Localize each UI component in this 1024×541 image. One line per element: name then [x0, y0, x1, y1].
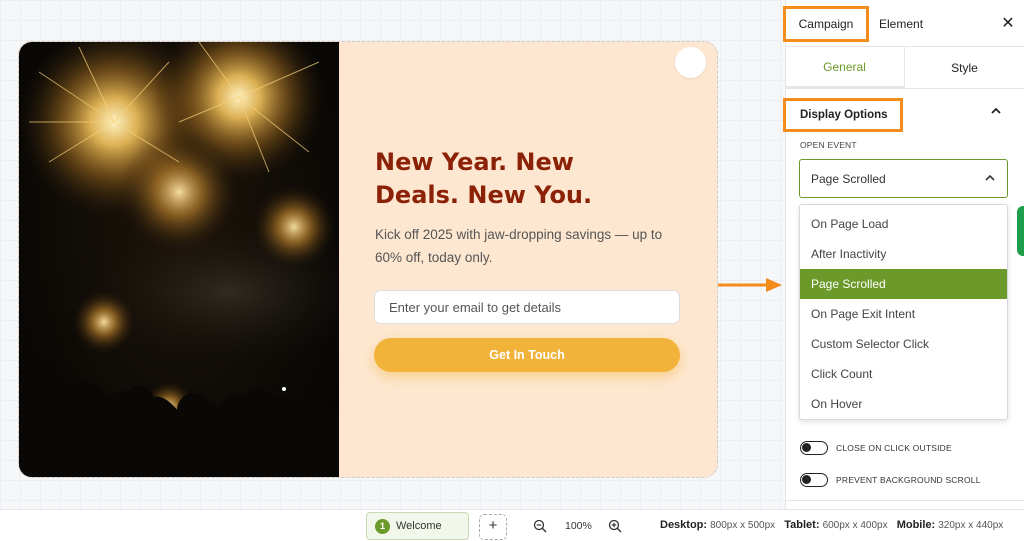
device-sizes: Desktop: 800px x 500px Tablet: 600px x 4… — [660, 519, 1009, 531]
add-step-button[interactable]: + — [479, 514, 507, 540]
zoom-level: 100% — [565, 520, 592, 532]
editor-canvas: New Year. New Deals. New You. Kick off 2… — [0, 0, 785, 509]
option-on-page-exit-intent[interactable]: On Page Exit Intent — [800, 299, 1007, 329]
display-options-header[interactable]: Display Options — [783, 98, 903, 132]
get-in-touch-button[interactable]: Get In Touch — [374, 338, 680, 372]
email-input[interactable] — [374, 290, 680, 324]
option-custom-selector-click[interactable]: Custom Selector Click — [800, 329, 1007, 359]
option-on-hover[interactable]: On Hover — [800, 389, 1007, 419]
open-event-value: Page Scrolled — [811, 171, 886, 186]
desktop-size: 800px x 500px — [710, 520, 776, 531]
annotation-arrow-icon — [718, 278, 782, 292]
step-label: Welcome — [396, 520, 442, 532]
popup-title: New Year. New Deals. New You. — [375, 148, 593, 209]
panel-divider — [785, 500, 1024, 501]
bottom-toolbar: 1 Welcome + 100% Desktop: 800px x 500px … — [0, 509, 1024, 541]
chevron-up-icon — [985, 174, 995, 181]
zoom-out-icon[interactable] — [533, 519, 547, 533]
option-click-count[interactable]: Click Count — [800, 359, 1007, 389]
open-event-select[interactable]: Page Scrolled — [799, 159, 1008, 198]
prevent-background-scroll-toggle[interactable] — [800, 473, 828, 487]
open-event-label: OPEN EVENT — [800, 140, 857, 150]
tab-campaign[interactable]: Campaign — [783, 6, 869, 42]
popup-description: Kick off 2025 with jaw-dropping savings … — [375, 227, 663, 265]
open-event-dropdown: On Page Load After Inactivity Page Scrol… — [799, 204, 1008, 420]
desktop-label: Desktop: — [660, 519, 708, 531]
popup-preview[interactable]: New Year. New Deals. New You. Kick off 2… — [18, 41, 718, 478]
popup-content: New Year. New Deals. New You. Kick off 2… — [339, 42, 717, 477]
side-help-tab[interactable] — [1017, 206, 1024, 256]
mobile-size: 320px x 440px — [938, 520, 1004, 531]
close-on-click-outside-row: CLOSE ON CLICK OUTSIDE — [800, 440, 952, 456]
option-after-inactivity[interactable]: After Inactivity — [800, 239, 1007, 269]
subtab-style[interactable]: Style — [904, 47, 1024, 88]
popup-close-button[interactable] — [675, 47, 706, 78]
zoom-in-icon[interactable] — [608, 519, 622, 533]
close-on-click-outside-label: CLOSE ON CLICK OUTSIDE — [836, 443, 952, 453]
close-icon[interactable]: ✕ — [1000, 14, 1016, 34]
mobile-label: Mobile: — [896, 519, 936, 531]
step-welcome[interactable]: 1 Welcome — [366, 512, 469, 540]
option-on-page-load[interactable]: On Page Load — [800, 209, 1007, 239]
fireworks-image — [19, 42, 339, 477]
tablet-size: 600px x 400px — [822, 520, 888, 531]
close-on-click-outside-toggle[interactable] — [800, 441, 828, 455]
fireworks-illustration — [19, 42, 339, 477]
subtab-general[interactable]: General — [785, 47, 904, 88]
prevent-background-scroll-label: PREVENT BACKGROUND SCROLL — [836, 475, 981, 485]
option-page-scrolled[interactable]: Page Scrolled — [800, 269, 1007, 299]
prevent-background-scroll-row: PREVENT BACKGROUND SCROLL — [800, 472, 981, 488]
step-number-badge: 1 — [375, 518, 390, 534]
subtabs: General Style — [785, 46, 1024, 89]
tablet-label: Tablet: — [784, 519, 820, 531]
chevron-up-icon[interactable] — [990, 106, 1002, 116]
tab-element[interactable]: Element — [879, 17, 923, 31]
